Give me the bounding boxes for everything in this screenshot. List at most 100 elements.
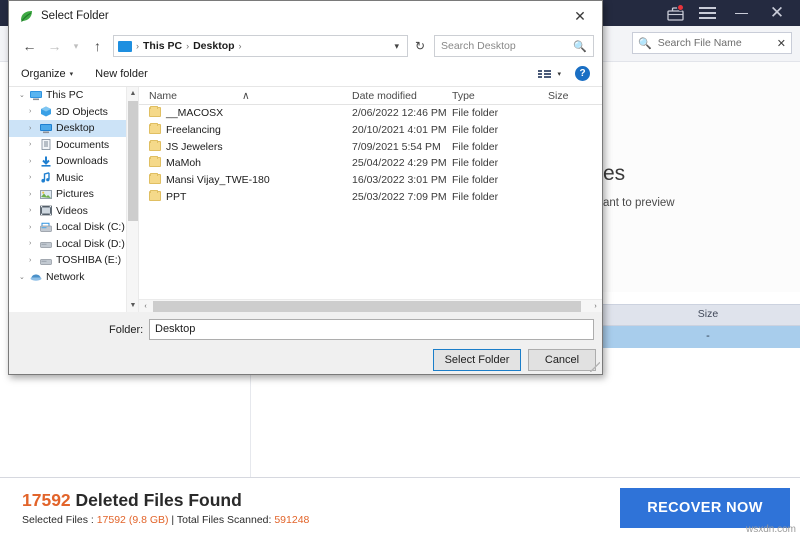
select-folder-button[interactable]: Select Folder — [433, 349, 521, 371]
clear-search-icon[interactable]: ✕ — [777, 37, 786, 50]
tree-item-label: Network — [46, 271, 85, 283]
tree-item-downloads[interactable]: ›Downloads — [9, 153, 138, 170]
music-icon — [40, 172, 52, 183]
column-header-size[interactable]: Size — [548, 90, 568, 102]
cell-type: File folder — [452, 157, 498, 169]
tree-item-label: TOSHIBA (E:) — [56, 254, 121, 266]
back-button[interactable]: ← — [17, 34, 42, 58]
column-header-type[interactable]: Type — [452, 90, 475, 102]
chevron-right-icon[interactable]: › — [29, 158, 36, 165]
cell-date-modified: 20/10/2021 4:01 PM — [352, 124, 447, 136]
tree-item-network[interactable]: ⌄ Network — [9, 269, 138, 286]
cell-date-modified: 25/03/2022 7:09 PM — [352, 191, 447, 203]
tree-item-desktop[interactable]: › Desktop — [9, 120, 138, 137]
scrollbar-thumb[interactable] — [128, 101, 138, 221]
tree-item-local-disk-d[interactable]: › Local Disk (D:) — [9, 236, 138, 253]
close-icon: ✕ — [574, 8, 586, 25]
refresh-button[interactable]: ↻ — [408, 35, 432, 57]
tree-item-label: Documents — [56, 139, 109, 151]
app-leaf-icon — [19, 9, 34, 24]
cancel-button[interactable]: Cancel — [528, 349, 596, 371]
cell-date-modified: 7/09/2021 5:54 PM — [352, 141, 441, 153]
breadcrumb-item-this-pc[interactable]: This PC — [143, 40, 182, 52]
dialog-close-button[interactable]: ✕ — [558, 1, 602, 31]
tree-item-label: Local Disk (D:) — [56, 238, 125, 250]
resize-grip[interactable] — [590, 362, 600, 372]
chevron-right-icon[interactable]: › — [29, 125, 36, 132]
close-button[interactable]: ✕ — [760, 0, 794, 26]
sort-ascending-icon: ∧ — [242, 90, 250, 102]
file-list-row[interactable]: PPT25/03/2022 7:09 PMFile folder — [139, 189, 602, 206]
hamburger-menu-icon[interactable] — [692, 0, 722, 26]
downloads-icon — [40, 156, 52, 167]
recent-locations-button[interactable]: ▾ — [67, 34, 85, 58]
chevron-right-icon[interactable]: › — [29, 108, 36, 115]
chevron-right-icon[interactable]: › — [29, 240, 36, 247]
tree-item-pictures[interactable]: ›Pictures — [9, 186, 138, 203]
dialog-navbar: ← → ▾ ↑ › This PC › Desktop › ▾ ↻ Search… — [9, 31, 602, 61]
chevron-right-icon[interactable]: › — [29, 174, 36, 181]
tree-item-label: This PC — [46, 89, 83, 101]
chevron-right-icon[interactable]: › — [29, 207, 36, 214]
tree-item-music[interactable]: ›Music — [9, 170, 138, 187]
tree-item-videos[interactable]: ›Videos — [9, 203, 138, 220]
chevron-down-icon: ▾ — [70, 70, 74, 78]
total-scanned-label: Total Files Scanned: — [177, 514, 274, 526]
tree-item-toshiba-e[interactable]: › TOSHIBA (E:) — [9, 252, 138, 269]
file-list-row[interactable]: Freelancing20/10/2021 4:01 PMFile folder — [139, 122, 602, 139]
search-icon: 🔍 — [638, 37, 652, 50]
file-list-hscrollbar[interactable]: ‹ › — [139, 299, 602, 312]
chevron-right-icon[interactable]: › — [29, 191, 36, 198]
folder-input[interactable]: Desktop — [149, 319, 594, 340]
up-button[interactable]: ↑ — [85, 34, 110, 58]
breadcrumb-item-desktop[interactable]: Desktop — [193, 40, 234, 52]
chevron-right-icon[interactable]: › — [29, 141, 36, 148]
view-layout-icon[interactable] — [538, 70, 551, 78]
tree-item-label: Desktop — [56, 122, 95, 134]
tree-item-local-disk-c[interactable]: ›Local Disk (C:) — [9, 219, 138, 236]
chevron-right-icon[interactable]: › — [29, 224, 36, 231]
tree-item-documents[interactable]: › Documents — [9, 137, 138, 154]
search-placeholder: Search Desktop — [441, 40, 573, 52]
chevron-right-icon[interactable]: › — [29, 257, 36, 264]
file-list-row[interactable]: MaMoh25/04/2022 4:29 PMFile folder — [139, 155, 602, 172]
tree-item-this-pc[interactable]: ⌄ This PC — [9, 87, 138, 104]
cell-type: File folder — [452, 107, 498, 119]
chevron-down-icon[interactable]: ▾ — [394, 41, 403, 52]
this-pc-icon — [118, 41, 132, 52]
selection-summary: Selected Files : 17592 (9.8 GB) | Total … — [22, 514, 309, 526]
hscrollbar-thumb[interactable] — [153, 301, 581, 312]
tree-item-3d-objects[interactable]: ›3D Objects — [9, 104, 138, 121]
folder-icon — [149, 124, 161, 134]
chevron-down-icon[interactable]: ⌄ — [19, 273, 26, 281]
file-list-row[interactable]: __MACOSX2/06/2022 12:46 PMFile folder — [139, 105, 602, 122]
column-header-date-modified[interactable]: Date modified — [352, 90, 417, 102]
organize-button[interactable]: Organize ▾ — [21, 68, 73, 80]
chevron-down-icon[interactable]: ⌄ — [19, 91, 26, 99]
toolbox-icon[interactable] — [660, 0, 690, 26]
preview-title: es — [603, 162, 625, 186]
column-header-name[interactable]: Name — [149, 90, 177, 102]
cell-type: File folder — [452, 141, 498, 153]
column-header-size[interactable]: Size — [663, 308, 753, 320]
search-input[interactable]: Search Desktop 🔍 — [434, 35, 594, 57]
preview-subtitle: ant to preview — [603, 197, 675, 209]
tree-scrollbar[interactable]: ▲ ▼ — [126, 87, 138, 312]
screen-root: ✕ 🔍 Search File Name ✕ es ant to preview… — [0, 0, 800, 537]
new-folder-button[interactable]: New folder — [95, 68, 148, 80]
file-list-row[interactable]: Mansi Vijay_TWE-18016/03/2022 3:01 PMFil… — [139, 172, 602, 189]
watermark: wsxdn.com — [746, 524, 796, 535]
folder-icon — [149, 191, 161, 201]
minimize-button[interactable] — [724, 0, 758, 26]
cell-name: Freelancing — [166, 124, 221, 136]
help-icon[interactable]: ? — [575, 66, 590, 81]
chevron-down-icon[interactable]: ▾ — [557, 70, 561, 78]
breadcrumb[interactable]: › This PC › Desktop › ▾ — [113, 35, 408, 57]
scroll-down-icon[interactable]: ▼ — [127, 299, 139, 312]
folder-icon — [149, 107, 161, 117]
file-list-row[interactable]: JS Jewelers7/09/2021 5:54 PMFile folder — [139, 139, 602, 156]
dialog-main: ⌄This PC›3D Objects›Desktop›Documents›Do… — [9, 87, 602, 312]
recover-now-button[interactable]: RECOVER NOW — [620, 488, 790, 528]
scroll-up-icon[interactable]: ▲ — [127, 87, 139, 100]
file-name-search-input[interactable]: 🔍 Search File Name ✕ — [632, 32, 792, 54]
